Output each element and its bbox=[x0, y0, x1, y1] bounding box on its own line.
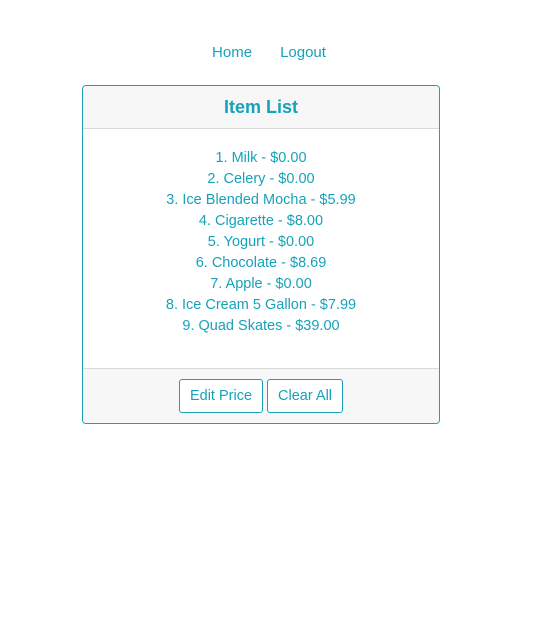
card-footer: Edit Price Clear All bbox=[83, 368, 439, 423]
nav-logout-link[interactable]: Logout bbox=[266, 44, 340, 62]
list-item: 5. Yogurt - $0.00 bbox=[207, 234, 315, 250]
item-list: 1. Milk - $0.00 2. Celery - $0.00 3. Ice… bbox=[83, 148, 439, 337]
list-item: 2. Celery - $0.00 bbox=[207, 171, 315, 187]
list-item: 6. Chocolate - $8.69 bbox=[195, 255, 327, 271]
clear-all-button[interactable]: Clear All bbox=[267, 379, 344, 413]
card-header: Item List bbox=[83, 86, 439, 129]
edit-price-button[interactable]: Edit Price bbox=[178, 379, 264, 413]
top-nav: Home Logout bbox=[0, 44, 538, 62]
list-item: 4. Cigarette - $8.00 bbox=[198, 213, 324, 229]
list-item: 8. Ice Cream 5 Gallon - $7.99 bbox=[165, 297, 357, 313]
item-list-card: Item List 1. Milk - $0.00 2. Celery - $0… bbox=[82, 85, 440, 424]
card-title: Item List bbox=[223, 96, 298, 117]
nav-home-link[interactable]: Home bbox=[198, 44, 266, 62]
list-item: 3. Ice Blended Mocha - $5.99 bbox=[166, 192, 356, 208]
list-item: 1. Milk - $0.00 bbox=[215, 150, 307, 166]
list-item: 7. Apple - $0.00 bbox=[210, 276, 312, 292]
card-body: 1. Milk - $0.00 2. Celery - $0.00 3. Ice… bbox=[83, 129, 439, 369]
list-item: 9. Quad Skates - $39.00 bbox=[182, 318, 340, 334]
